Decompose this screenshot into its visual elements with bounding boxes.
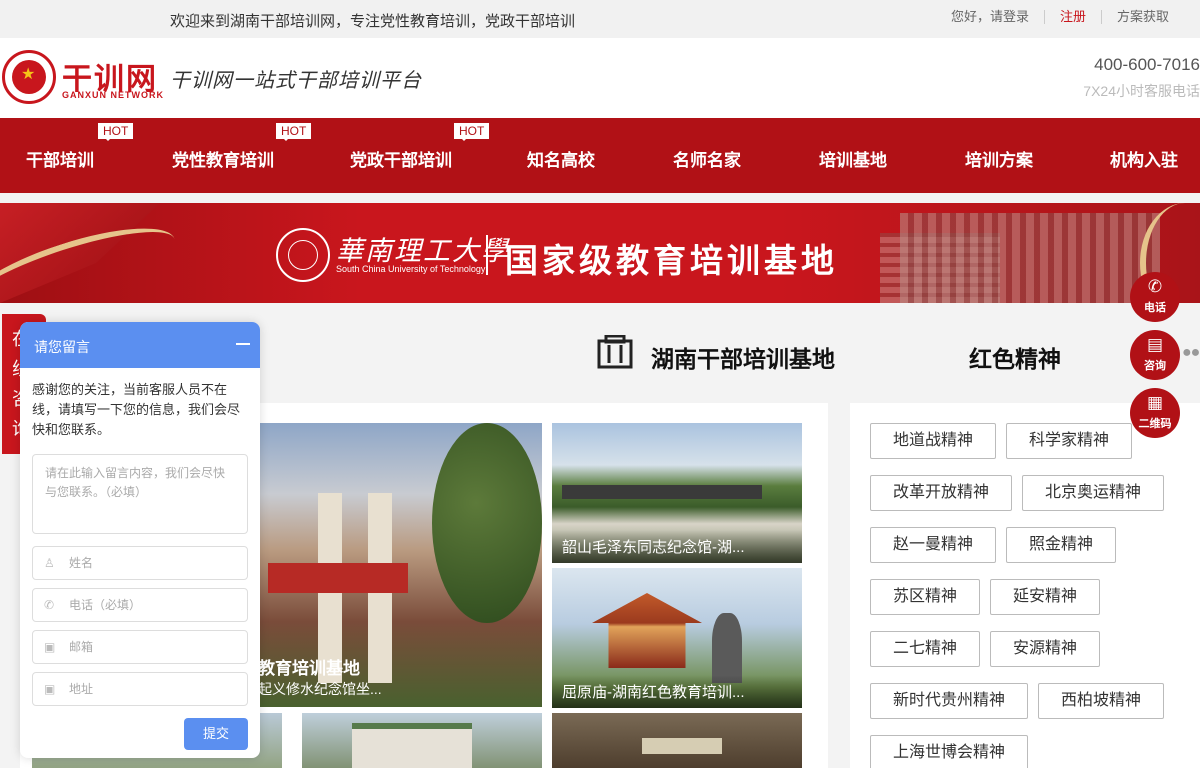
message-widget-title: 请您留言 — [34, 339, 90, 355]
hero-banner[interactable]: 華南理工大學 South China University of Technol… — [0, 203, 1200, 303]
submit-button[interactable]: 提交 — [184, 718, 248, 750]
phone-icon: ✆ — [44, 598, 55, 612]
spirit-tag[interactable]: 地道战精神 — [870, 423, 996, 459]
gallery-card-shaoshan[interactable]: 韶山毛泽东同志纪念馆-湖... — [552, 423, 802, 563]
nav-label: 党性教育培训 — [172, 151, 274, 170]
email-field[interactable]: ▣ 邮箱 — [32, 630, 248, 664]
message-intro: 感谢您的关注，当前客服人员不在线，请填写一下您的信息，我们会尽快和您联系。 — [32, 382, 241, 437]
spirit-tags-panel: 地道战精神 科学家精神 改革开放精神 北京奥运精神 赵一曼精神 照金精神 苏区精… — [850, 403, 1200, 768]
gallery-card[interactable] — [552, 713, 802, 768]
gallery-caption: 屈原庙-湖南红色教育培训... — [552, 675, 802, 708]
hotline-number: 400-600-7016 — [1094, 55, 1200, 74]
email-placeholder: 邮箱 — [69, 640, 94, 654]
spirit-tag[interactable]: 改革开放精神 — [870, 475, 1012, 511]
name-field[interactable]: ♙ 姓名 — [32, 546, 248, 580]
welcome-text: 欢迎来到湖南干部培训网，专注党性教育培训，党政干部培训 — [170, 13, 576, 30]
minimize-icon[interactable] — [236, 343, 250, 345]
gallery-card[interactable] — [302, 713, 542, 768]
nav-label: 党政干部培训 — [350, 151, 452, 170]
photo-detail — [352, 723, 472, 768]
spirit-tag[interactable]: 西柏坡精神 — [1038, 683, 1164, 719]
name-placeholder: 姓名 — [69, 556, 94, 570]
email-icon: ▣ — [44, 640, 56, 654]
nav-item-party-education[interactable]: 党性教育培训 HOT — [172, 123, 312, 171]
photo-detail — [592, 593, 702, 668]
gallery-card-main[interactable]: 教育培训基地 起义修水纪念馆坐... — [258, 423, 542, 707]
main-nav: 干部培训 HOT 党性教育培训 HOT 党政干部培训 HOT 知名高校 名师名家… — [0, 118, 1200, 193]
spirit-tag[interactable]: 赵一曼精神 — [870, 527, 996, 563]
phone-field[interactable]: ✆ 电话（必填） — [32, 588, 248, 622]
gallery-caption: 教育培训基地 起义修水纪念馆坐... — [258, 654, 382, 699]
photo-detail — [642, 738, 722, 754]
spirit-tag[interactable]: 照金精神 — [1006, 527, 1116, 563]
gallery-caption: 韶山毛泽东同志纪念馆-湖... — [552, 530, 802, 563]
phone-icon: ✆ — [1147, 277, 1163, 296]
building-icon — [597, 335, 633, 369]
side-qrcode-button[interactable]: ▦ 二维码 — [1130, 388, 1180, 438]
university-name: 華南理工大學 — [336, 236, 510, 267]
site-header: ★ 干训网 GANXUN NETWORK 干训网一站式干部培训平台 400-60… — [0, 38, 1200, 118]
banner-divider — [486, 235, 488, 275]
spirit-tag[interactable]: 延安精神 — [990, 579, 1100, 615]
spirit-tag[interactable]: 北京奥运精神 — [1022, 475, 1164, 511]
hot-badge: HOT — [454, 123, 490, 141]
hotline-note: 7X24小时客服电话 — [1083, 83, 1200, 99]
spirit-tag[interactable]: 新时代贵州精神 — [870, 683, 1028, 719]
nav-item-party-cadre[interactable]: 党政干部培训 HOT — [350, 123, 490, 171]
nav-item-bases[interactable]: 培训基地 — [819, 146, 887, 171]
proposal-link[interactable]: 方案获取 — [1100, 10, 1184, 24]
top-bar: 欢迎来到湖南干部培训网，专注党性教育培训，党政干部培训 您好，请登录 注册 方案… — [0, 0, 1200, 38]
tab-hunan-bases[interactable]: 湖南干部培训基地 — [651, 340, 835, 374]
chat-icon: ▤ — [1146, 335, 1164, 354]
gallery-caption-sub: 起义修水纪念馆坐... — [258, 681, 382, 697]
logo-subtitle: GANXUN NETWORK — [62, 90, 164, 100]
side-phone-label: 电话 — [1144, 302, 1166, 314]
spirit-tag[interactable]: 科学家精神 — [1006, 423, 1132, 459]
qrcode-icon: ▦ — [1146, 393, 1164, 412]
address-placeholder: 地址 — [69, 682, 94, 696]
login-link[interactable]: 您好，请登录 — [936, 10, 1044, 24]
nav-label: 干部培训 — [26, 151, 94, 170]
top-links: 您好，请登录 注册 方案获取 — [936, 10, 1184, 24]
photo-detail — [712, 613, 742, 683]
hotline: 400-600-7016 7X24小时客服电话 — [1083, 55, 1200, 101]
slogan: 干训网一站式干部培训平台 — [170, 68, 422, 92]
register-link[interactable]: 注册 — [1043, 10, 1101, 24]
banner-title: 国家级教育培训基地 — [505, 241, 838, 280]
nav-item-cadre-training[interactable]: 干部培训 HOT — [26, 123, 134, 171]
message-widget: 请您留言 感谢您的关注，当前客服人员不在线，请填写一下您的信息，我们会尽快和您联… — [20, 322, 260, 758]
tab-red-spirit[interactable]: 红色精神 — [969, 340, 1061, 374]
banner-building-decor — [900, 213, 1160, 303]
message-widget-header[interactable]: 请您留言 — [20, 322, 260, 368]
nav-item-join[interactable]: 机构入驻 — [1110, 146, 1178, 171]
address-icon: ▣ — [44, 682, 56, 696]
message-textarea[interactable]: 请在此输入留言内容，我们会尽快与您联系。（必填） — [32, 454, 248, 534]
photo-detail — [268, 563, 408, 593]
spirit-tag[interactable]: 二七精神 — [870, 631, 980, 667]
spirit-tag[interactable]: 安源精神 — [990, 631, 1100, 667]
side-phone-button[interactable]: ✆ 电话 — [1130, 272, 1180, 322]
hot-badge: HOT — [98, 123, 134, 141]
nav-item-experts[interactable]: 名师名家 — [673, 146, 741, 171]
photo-detail — [562, 485, 762, 499]
side-qrcode-label: 二维码 — [1138, 418, 1172, 430]
spirit-tag[interactable]: 上海世博会精神 — [870, 735, 1028, 768]
side-consult-button[interactable]: ▤ 咨询 — [1130, 330, 1180, 380]
more-icon[interactable]: ●● — [1182, 344, 1200, 362]
user-icon: ♙ — [44, 556, 55, 570]
spirit-tag[interactable]: 苏区精神 — [870, 579, 980, 615]
hot-badge: HOT — [276, 123, 312, 141]
nav-item-plans[interactable]: 培训方案 — [965, 146, 1033, 171]
photo-detail — [432, 423, 542, 623]
gallery-card-quyuan[interactable]: 屈原庙-湖南红色教育培训... — [552, 568, 802, 708]
gallery-caption-title: 教育培训基地 — [258, 659, 360, 678]
side-consult-label: 咨询 — [1144, 360, 1166, 372]
university-name-en: South China University of Technology — [336, 264, 486, 274]
nav-item-universities[interactable]: 知名高校 — [527, 146, 595, 171]
phone-placeholder: 电话（必填） — [69, 598, 142, 612]
logo-emblem-icon[interactable]: ★ — [2, 50, 56, 104]
university-seal-icon — [276, 228, 330, 282]
address-field[interactable]: ▣ 地址 — [32, 672, 248, 706]
